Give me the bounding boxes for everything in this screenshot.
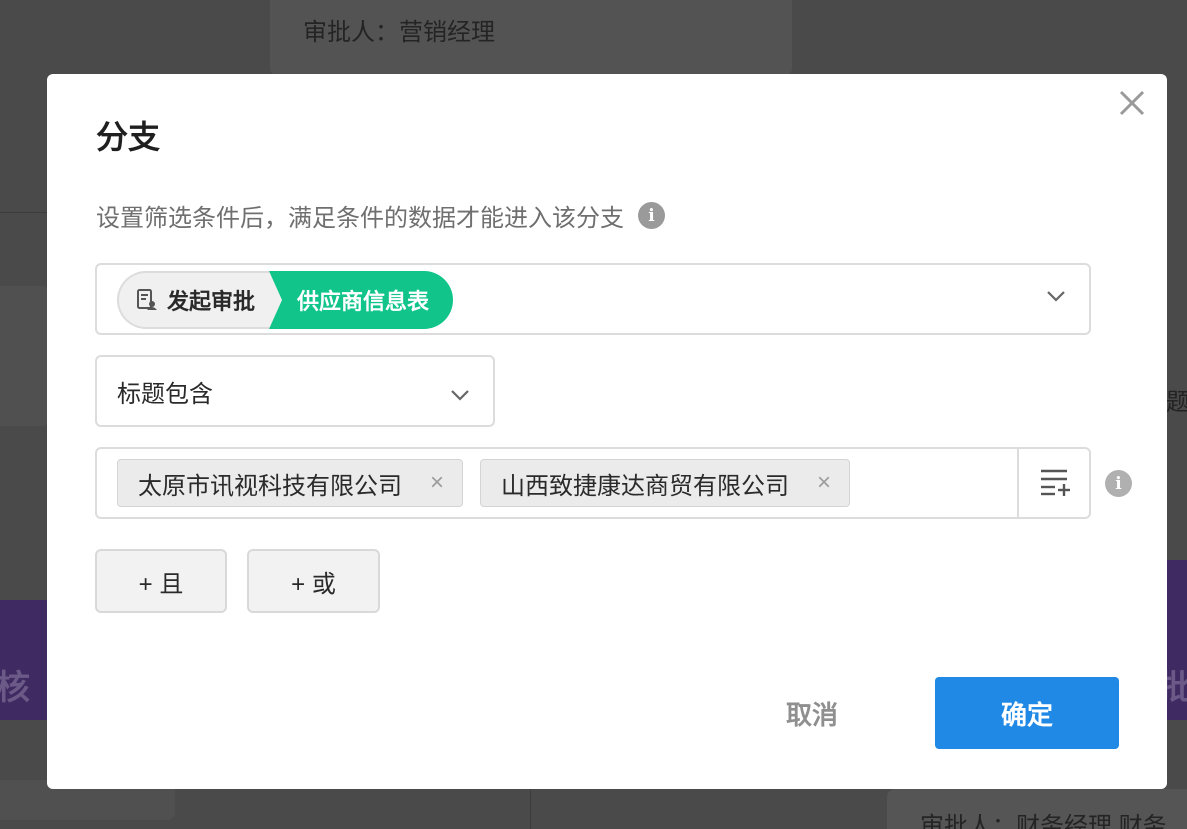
remove-tag-icon[interactable]: ×: [817, 471, 831, 495]
canvas-right-partial-text: 题: [1166, 389, 1187, 416]
approval-node-left-label: 核: [0, 669, 30, 707]
data-source-select[interactable]: 发起审批 供应商信息表: [95, 263, 1091, 335]
condition-field-label: 标题包含: [117, 380, 213, 408]
info-icon[interactable]: i: [1105, 470, 1132, 497]
chevron-down-icon: [449, 381, 471, 409]
add-and-condition-button[interactable]: + 且: [95, 549, 227, 613]
value-tag: 太原市讯视科技有限公司 ×: [117, 459, 464, 507]
value-tag: 山西致捷康达商贸有限公司 ×: [480, 459, 851, 507]
source-breadcrumb: 发起审批 供应商信息表: [117, 271, 453, 329]
canvas-column-divider: [530, 789, 531, 829]
canvas-divider: [0, 212, 50, 213]
info-icon[interactable]: i: [638, 202, 665, 229]
approver-node-text: 审批人：营销经理: [303, 19, 495, 46]
input-divider: [1017, 449, 1019, 517]
form-doc-icon: [137, 289, 157, 311]
description-text: 设置筛选条件后，满足条件的数据才能进入该分支: [96, 205, 624, 232]
value-tag-label: 太原市讯视科技有限公司: [138, 472, 402, 500]
source-form-crumb: 供应商信息表: [269, 271, 453, 329]
value-tags: 太原市讯视科技有限公司 × 山西致捷康达商贸有限公司 ×: [117, 459, 851, 507]
condition-field-select[interactable]: 标题包含: [95, 355, 495, 427]
chevron-down-icon: [1045, 289, 1067, 308]
source-form-label: 供应商信息表: [297, 289, 430, 314]
source-step-crumb: 发起审批: [117, 271, 284, 329]
close-icon[interactable]: [1115, 86, 1149, 120]
canvas-left-panel: [0, 286, 50, 426]
remove-tag-icon[interactable]: ×: [430, 471, 444, 495]
cancel-button[interactable]: 取消: [747, 678, 877, 748]
branch-dialog: 分支 设置筛选条件后，满足条件的数据才能进入该分支 i 发起审批 供应商信息表 …: [47, 74, 1167, 789]
add-or-condition-button[interactable]: + 或: [247, 549, 380, 613]
finance-approver-text: 审批人：财务经理 财务: [920, 813, 1167, 829]
condition-values-input[interactable]: 太原市讯视科技有限公司 × 山西致捷康达商贸有限公司 ×: [95, 447, 1091, 519]
dialog-title: 分支: [96, 119, 161, 155]
source-step-label: 发起审批: [167, 289, 256, 314]
value-tag-label: 山西致捷康达商贸有限公司: [501, 472, 790, 500]
confirm-button[interactable]: 确定: [935, 677, 1119, 749]
batch-add-icon[interactable]: [1039, 467, 1071, 502]
dialog-description: 设置筛选条件后，满足条件的数据才能进入该分支 i: [96, 198, 665, 233]
